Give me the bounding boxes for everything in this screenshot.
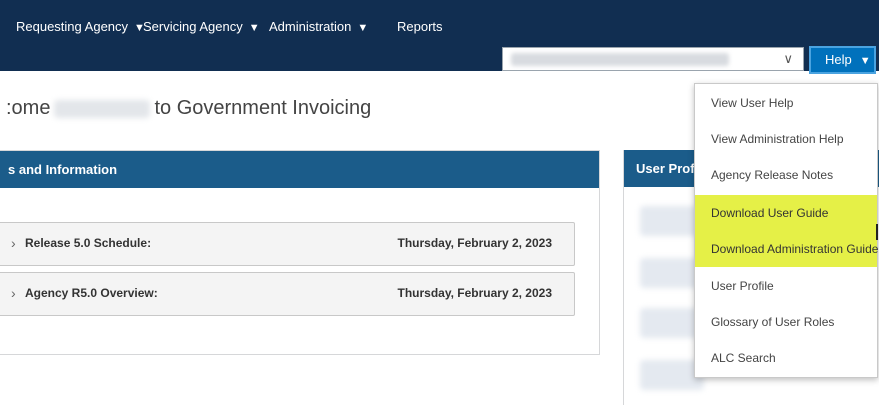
- menu-item-download-administration-guide[interactable]: Download Administration Guide: [695, 231, 878, 267]
- news-row-agency-overview[interactable]: › Agency R5.0 Overview: Thursday, Februa…: [0, 272, 575, 316]
- redacted-user-name: [54, 99, 151, 118]
- redacted-agency-name: [511, 53, 729, 66]
- news-row-title: Release 5.0 Schedule:: [25, 236, 152, 250]
- welcome-prefix: :ome: [6, 97, 51, 119]
- news-panel-header: s and Information: [0, 151, 599, 188]
- menu-item-view-administration-help[interactable]: View Administration Help: [695, 121, 877, 157]
- nav-administration[interactable]: Administration ▼: [269, 18, 368, 36]
- menu-item-download-user-guide[interactable]: Download User Guide: [695, 195, 877, 231]
- caret-down-icon: ▼: [357, 22, 369, 34]
- help-button[interactable]: Help ▼: [809, 46, 876, 74]
- news-panel: s and Information › Release 5.0 Schedule…: [0, 150, 600, 355]
- menu-item-user-profile[interactable]: User Profile: [695, 268, 877, 304]
- menu-item-view-user-help[interactable]: View User Help: [695, 85, 877, 121]
- chevron-down-icon: ∨: [783, 51, 793, 66]
- caret-down-icon: ▼: [859, 55, 871, 67]
- welcome-heading: :ome to Government Invoicing: [6, 97, 371, 120]
- chevron-right-icon: ›: [11, 285, 16, 301]
- news-row-date: Thursday, February 2, 2023: [397, 286, 552, 300]
- help-dropdown-menu: View User Help View Administration Help …: [694, 83, 878, 378]
- nav-label: Reports: [397, 19, 443, 34]
- chevron-right-icon: ›: [11, 235, 16, 251]
- nav-servicing-agency[interactable]: Servicing Agency ▼: [143, 18, 260, 36]
- nav-label: Administration: [269, 19, 352, 34]
- news-row-release-schedule[interactable]: › Release 5.0 Schedule: Thursday, Februa…: [0, 222, 575, 266]
- news-row-title: Agency R5.0 Overview:: [25, 286, 158, 300]
- text-cursor-icon: [876, 224, 878, 240]
- menu-item-glossary-of-user-roles[interactable]: Glossary of User Roles: [695, 304, 877, 340]
- help-button-label: Help: [825, 52, 852, 67]
- agency-select[interactable]: ∨: [502, 47, 804, 71]
- welcome-suffix: to Government Invoicing: [154, 97, 372, 119]
- menu-item-agency-release-notes[interactable]: Agency Release Notes: [695, 157, 877, 193]
- nav-requesting-agency[interactable]: Requesting Agency ▼: [16, 18, 145, 36]
- news-row-date: Thursday, February 2, 2023: [397, 236, 552, 250]
- nav-reports[interactable]: Reports: [397, 18, 443, 36]
- nav-label: Requesting Agency: [16, 19, 129, 34]
- menu-item-alc-search[interactable]: ALC Search: [695, 340, 877, 376]
- nav-label: Servicing Agency: [143, 19, 243, 34]
- caret-down-icon: ▼: [248, 22, 260, 34]
